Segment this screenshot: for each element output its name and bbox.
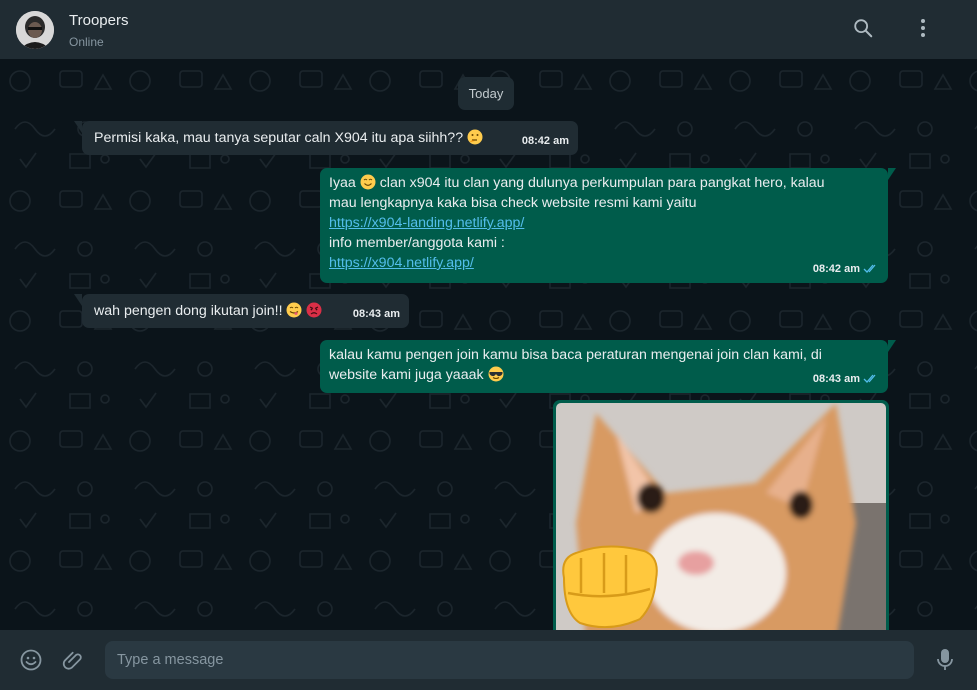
message-time: 08:42 am <box>521 135 569 147</box>
message-text: Iyaa <box>329 175 360 191</box>
chat-header: Troopers Online <box>0 0 977 59</box>
avatar[interactable] <box>16 11 54 49</box>
bubble-tail <box>888 168 896 180</box>
message-text: website kami juga yaaak <box>329 367 488 383</box>
message-text: clan x904 itu clan yang dulunya perkumpu… <box>375 175 825 191</box>
avatar-photo <box>16 11 54 49</box>
face-savoring-food-emoji-icon <box>286 302 302 318</box>
message-bubble-incoming[interactable]: wah pengen dong ikutan join!! 08:43 am <box>74 294 409 328</box>
search-button[interactable] <box>850 15 876 41</box>
date-divider: Today <box>458 77 514 110</box>
voice-record-button[interactable] <box>932 647 958 673</box>
thinking-face-emoji-icon <box>467 129 483 145</box>
message-bubble-outgoing[interactable]: kalau kamu pengen join kamu bisa baca pe… <box>320 340 896 393</box>
website-link[interactable]: https://x904-landing.netlify.app/ <box>329 215 524 231</box>
image-message[interactable] <box>553 400 889 630</box>
emoji-button[interactable] <box>18 647 44 673</box>
angry-face-emoji-icon <box>306 302 322 318</box>
paperclip-icon <box>62 651 82 670</box>
microphone-icon <box>937 649 953 670</box>
message-text: kalau kamu pengen join kamu bisa baca pe… <box>329 347 822 363</box>
cat-with-fist-sticker-icon <box>556 403 886 630</box>
message-time: 08:43 am <box>813 369 879 389</box>
bubble-tail <box>74 294 82 306</box>
emoji-icon <box>20 649 42 671</box>
message-text: info member/anggota kami : <box>329 235 505 251</box>
message-text: mau lengkapnya kaka bisa check website r… <box>329 195 697 211</box>
bubble-tail <box>888 340 896 352</box>
message-time: 08:43 am <box>352 308 400 320</box>
menu-button[interactable] <box>910 15 936 41</box>
message-list[interactable]: Today Permisi kaka, mau tanya seputar ca… <box>0 59 977 630</box>
bubble-tail <box>74 121 82 133</box>
smiling-face-emoji-icon <box>360 174 376 190</box>
contact-name[interactable]: Troopers <box>69 12 128 29</box>
message-text: wah pengen dong ikutan join!! <box>94 303 287 319</box>
message-time: 08:42 am <box>813 259 879 279</box>
contact-status: Online <box>69 35 104 49</box>
composer-bar <box>0 630 977 690</box>
image-preview[interactable] <box>556 403 886 630</box>
message-bubble-outgoing[interactable]: Iyaa clan x904 itu clan yang dulunya per… <box>320 168 896 283</box>
message-text: Permisi kaka, mau tanya seputar caln X90… <box>94 130 468 146</box>
read-ticks-icon <box>863 374 876 384</box>
search-icon <box>854 19 873 38</box>
member-link[interactable]: https://x904.netlify.app/ <box>329 255 474 271</box>
kebab-menu-icon <box>921 19 925 37</box>
read-ticks-icon <box>863 264 876 274</box>
message-input[interactable] <box>105 641 914 679</box>
attach-button[interactable] <box>60 647 86 673</box>
message-bubble-incoming[interactable]: Permisi kaka, mau tanya seputar caln X90… <box>74 121 578 155</box>
sunglasses-face-emoji-icon <box>488 366 504 382</box>
chat-window: Troopers Online Today Permisi kaka, mau … <box>0 0 977 690</box>
